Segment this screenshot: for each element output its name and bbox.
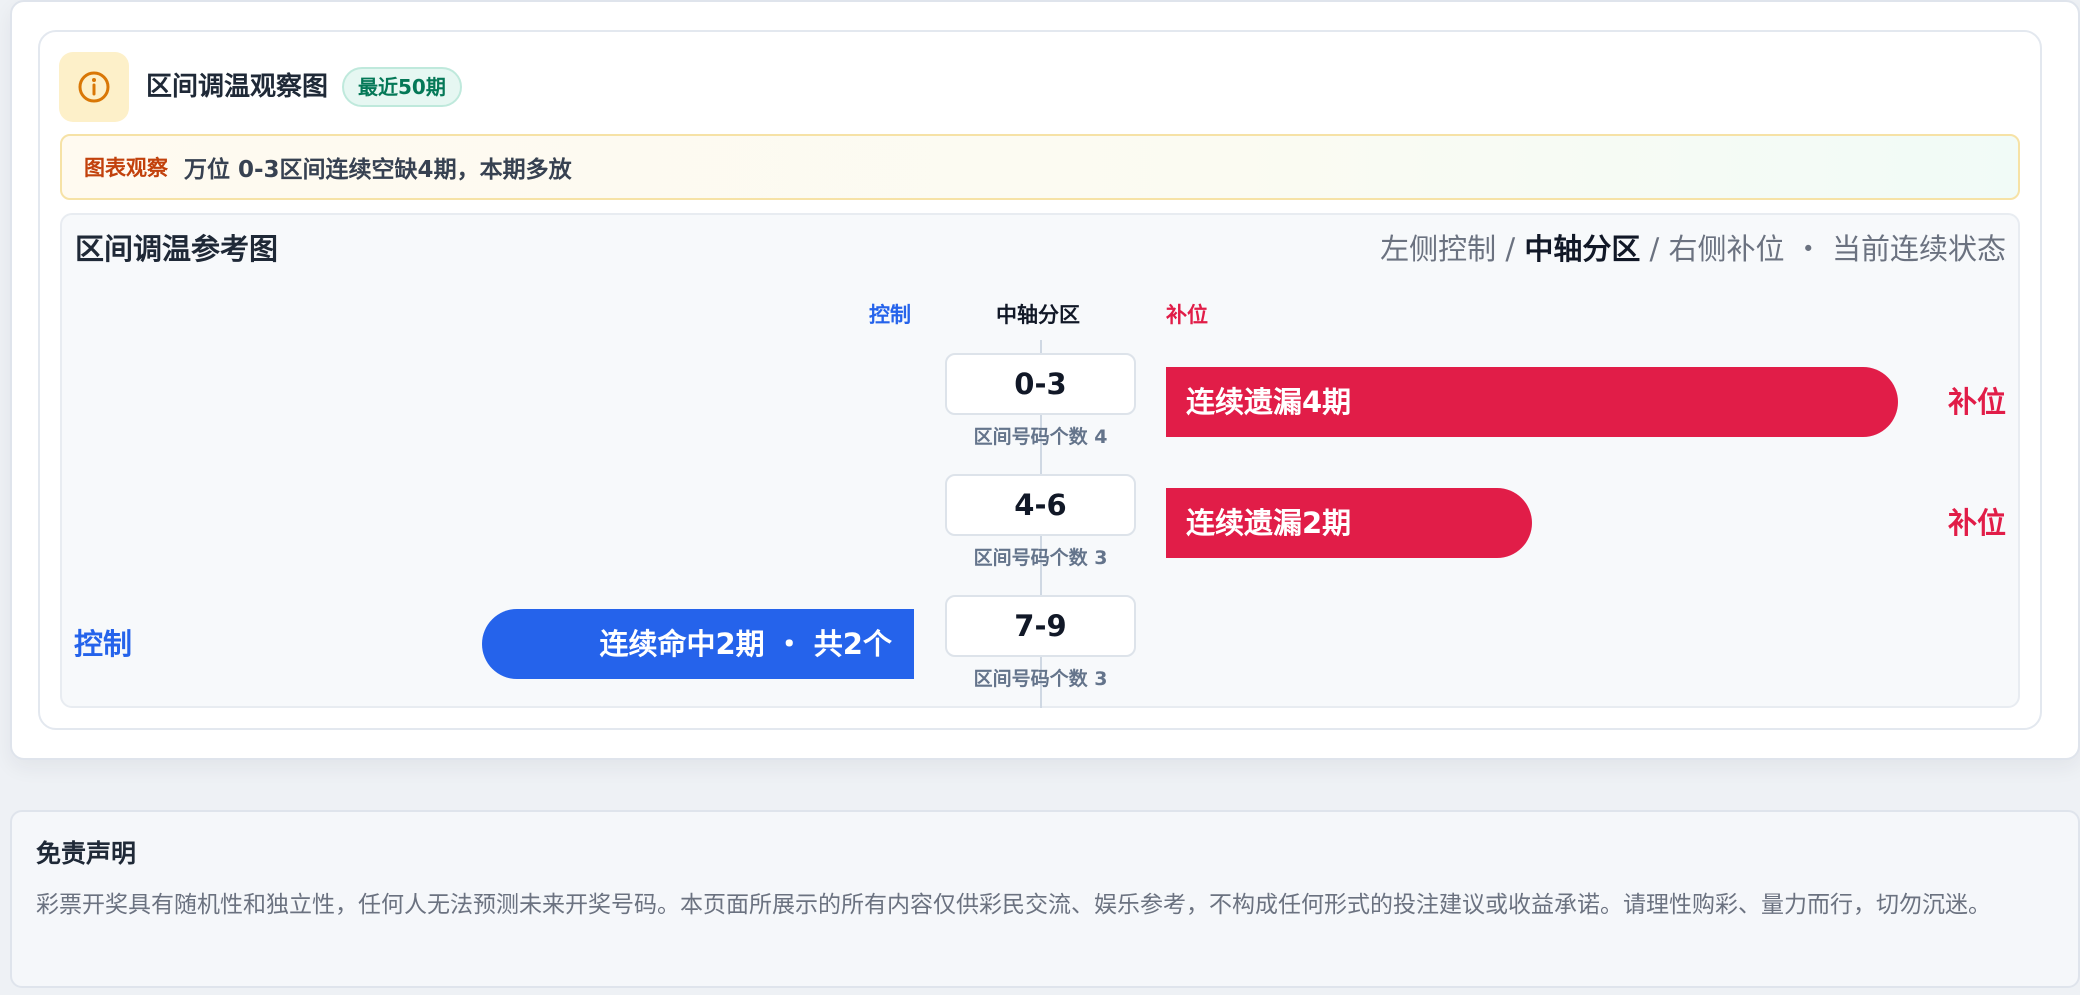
legend-left: 左侧控制 / xyxy=(1380,232,1525,266)
legend-center: 中轴分区 xyxy=(1524,232,1641,266)
info-icon xyxy=(59,52,129,122)
column-head-fill: 补位 xyxy=(1166,303,1208,327)
range-count-label: 区间号码个数 3 xyxy=(973,547,1108,569)
side-label-fill: 补位 xyxy=(1947,506,2006,540)
period-badge: 最近50期 xyxy=(342,67,462,107)
fill-bar: 连续遗漏4期 xyxy=(1166,367,1898,437)
range-count-label: 区间号码个数 3 xyxy=(973,668,1108,690)
range-count-label: 区间号码个数 4 xyxy=(973,426,1108,448)
disclaimer-title: 免责声明 xyxy=(36,839,137,868)
side-label-control: 控制 xyxy=(74,627,133,661)
legend-right: / 右侧补位 ・ 当前连续状态 xyxy=(1640,232,2006,266)
chart-title: 区间调温参考图 xyxy=(75,232,279,266)
column-head-axis: 中轴分区 xyxy=(996,303,1080,327)
range-box: 4-6 xyxy=(945,474,1136,536)
chart-legend: 左侧控制 / 中轴分区 / 右侧补位 ・ 当前连续状态 xyxy=(1380,228,2006,270)
notice-text: 万位 0-3区间连续空缺4期，本期多放 xyxy=(184,157,572,183)
range-box: 7-9 xyxy=(945,595,1136,657)
control-bar: 连续命中2期 ・ 共2个 xyxy=(482,609,914,679)
range-box: 0-3 xyxy=(945,353,1136,415)
disclaimer-text: 彩票开奖具有随机性和独立性，任何人无法预测未来开奖号码。本页面所展示的所有内容仅… xyxy=(36,892,1991,918)
panel-title: 区间调温观察图 xyxy=(146,72,329,102)
disclaimer-card: 免责声明 彩票开奖具有随机性和独立性，任何人无法预测未来开奖号码。本页面所展示的… xyxy=(10,810,2080,988)
notice-tag: 图表观察 xyxy=(84,156,168,180)
chart-observation-notice: 图表观察 万位 0-3区间连续空缺4期，本期多放 xyxy=(60,134,2020,200)
fill-bar: 连续遗漏2期 xyxy=(1166,488,1532,558)
side-label-fill: 补位 xyxy=(1947,385,2006,419)
column-head-control: 控制 xyxy=(869,303,911,327)
